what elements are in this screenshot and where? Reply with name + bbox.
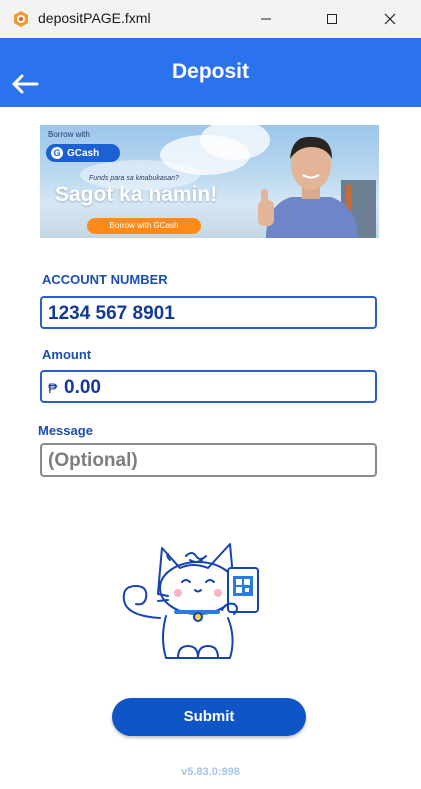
message-placeholder: (Optional) [48, 450, 138, 471]
banner-headline: Sagot ka namin! [55, 183, 218, 206]
amount-label: Amount [42, 347, 92, 362]
gcash-brand: GCash [67, 147, 100, 159]
account-number-label: ACCOUNT NUMBER [42, 272, 168, 287]
maximize-icon [327, 14, 337, 24]
page-title: Deposit [171, 60, 249, 83]
close-button[interactable] [367, 0, 413, 38]
gcash-logo-icon: G [51, 147, 63, 159]
window-title: depositPAGE.fxml [38, 10, 151, 26]
message-input[interactable]: (Optional) [40, 443, 377, 477]
banner-cta-button[interactable]: Borrow with GCash [87, 218, 201, 234]
minimize-button[interactable] [243, 0, 289, 38]
maximize-button[interactable] [309, 0, 355, 38]
banner-funds-text: Funds para sa kinabukasan? [89, 175, 179, 182]
gcash-badge: G GCash [46, 144, 120, 162]
currency-symbol: ₱ [48, 380, 58, 396]
minimize-icon [261, 18, 271, 20]
close-icon [384, 13, 396, 25]
banner-borrow-small: Borrow with [48, 130, 90, 139]
promo-banner[interactable]: Borrow with G GCash Funds para sa kinabu… [40, 125, 379, 238]
account-number-value: 1234 567 8901 [48, 303, 175, 324]
amount-value: 0.00 [64, 377, 101, 398]
cat-qr-illustration [122, 543, 259, 659]
window-titlebar: depositPAGE.fxml [0, 0, 421, 38]
banner-person-image [258, 136, 376, 238]
account-number-input[interactable]: 1234 567 8901 [40, 296, 377, 329]
amount-input[interactable]: ₱ 0.00 [40, 370, 377, 403]
message-label: Message [38, 423, 93, 438]
app-icon [14, 11, 28, 27]
version-text: v5.83.0:998 [181, 766, 240, 778]
submit-button[interactable]: Submit [112, 698, 306, 736]
